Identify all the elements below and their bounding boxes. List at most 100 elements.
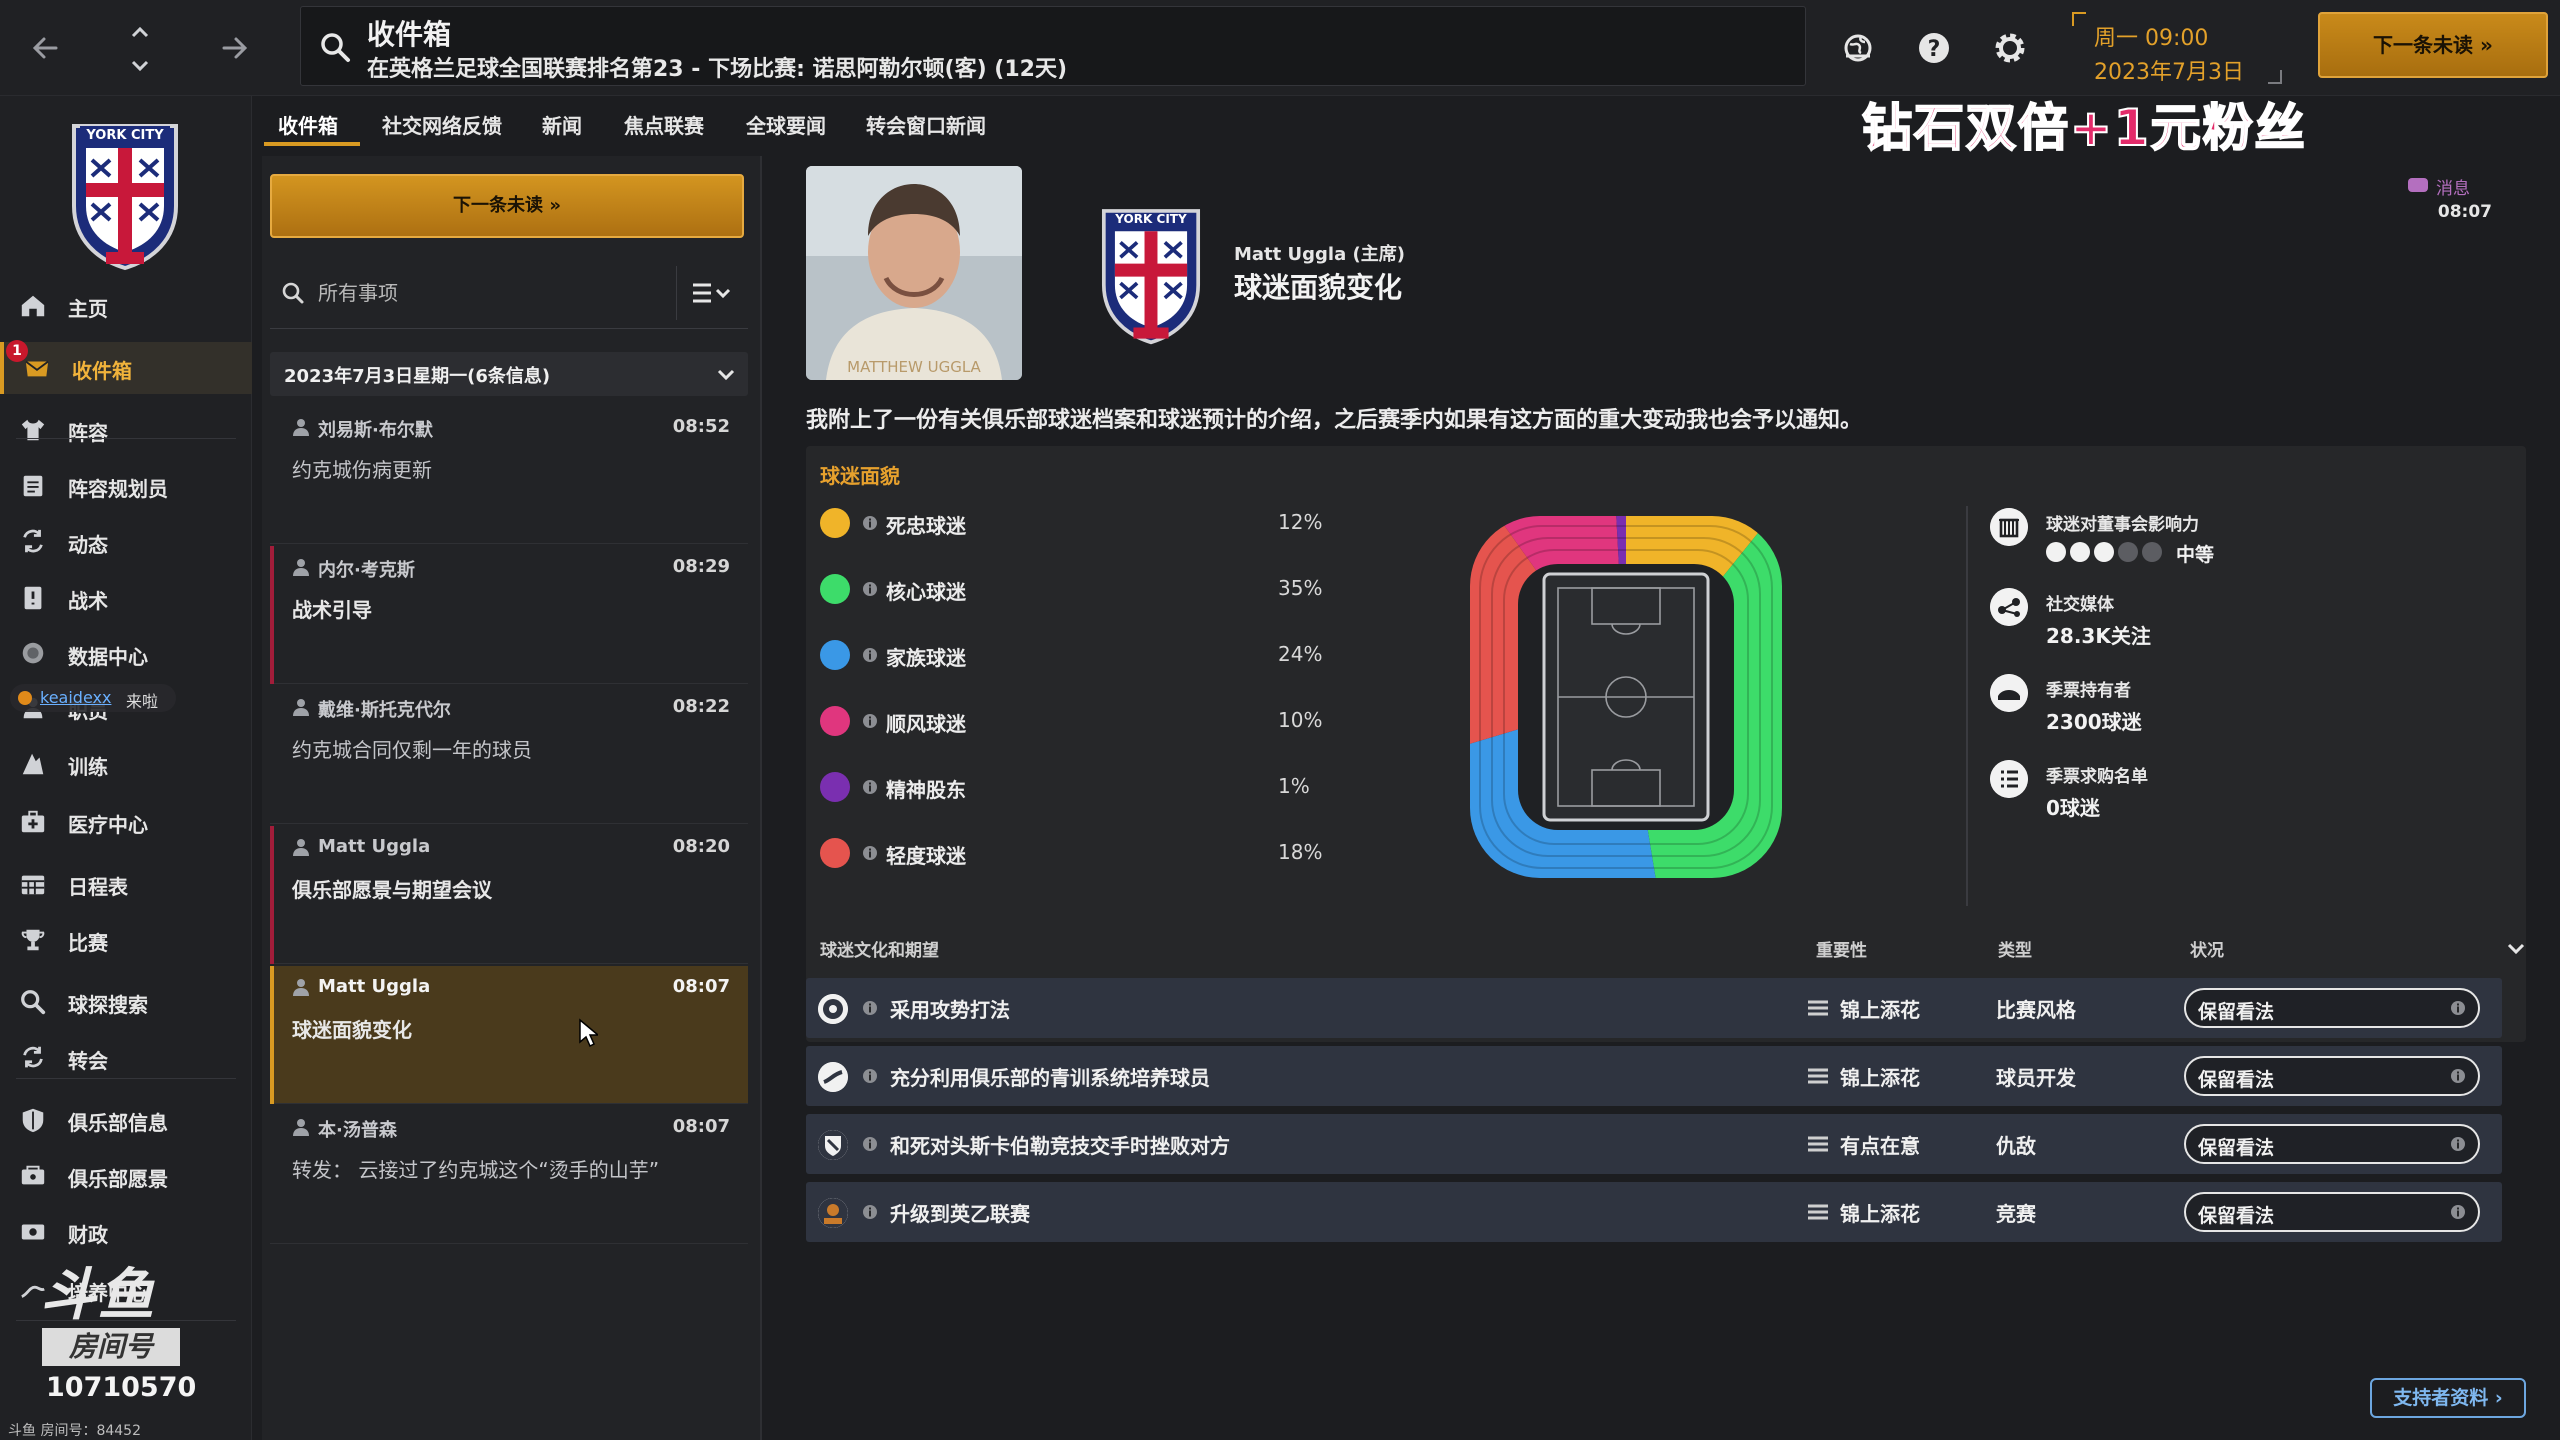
chevron-up-icon[interactable] xyxy=(126,18,154,46)
tab-news[interactable]: 新闻 xyxy=(542,110,582,139)
sidebar-item-5[interactable]: 动态 xyxy=(0,516,252,568)
segment-color-swatch xyxy=(820,508,850,538)
list-item[interactable]: Matt Uggla 08:20 俱乐部愿景与期望会议 xyxy=(270,826,748,964)
info-icon[interactable] xyxy=(862,1204,878,1220)
info-icon[interactable] xyxy=(862,713,878,729)
tab-social-feedback[interactable]: 社交网络反馈 xyxy=(382,110,502,139)
col-type[interactable]: 类型 xyxy=(1998,936,2032,961)
up-down-nav[interactable] xyxy=(118,14,162,84)
svg-text:?: ? xyxy=(1928,37,1941,62)
shirt-icon xyxy=(21,419,45,441)
list-item[interactable]: Matt Uggla 08:07 球迷面貌变化 xyxy=(270,966,748,1104)
info-icon[interactable] xyxy=(2450,1204,2466,1220)
table-row[interactable]: 升级到英乙联赛 锦上添花 竞赛 保留看法 xyxy=(806,1182,2502,1242)
info-icon[interactable] xyxy=(862,779,878,795)
info-icon[interactable] xyxy=(2450,1000,2466,1016)
supporter-profile-button[interactable]: 支持者资料 › xyxy=(2370,1378,2526,1418)
person-icon xyxy=(293,979,309,996)
club-crest-logo[interactable]: YORK CITY xyxy=(66,112,184,272)
info-icon[interactable] xyxy=(862,515,878,531)
expectation-status-pill[interactable]: 保留看法 xyxy=(2184,1124,2480,1164)
message-body: 我附上了一份有关俱乐部球迷档案和球迷预计的介绍，之后赛季内如果有这方面的重大变动… xyxy=(806,408,1863,433)
influence-dot xyxy=(2142,542,2162,562)
stream-room-tag: 房间号 xyxy=(42,1328,180,1366)
sidebar-item-label: 动态 xyxy=(68,533,108,557)
sidebar-item-9[interactable]: 训练 xyxy=(0,738,252,790)
sidebar-item-3[interactable]: 阵容 xyxy=(0,404,252,456)
forward-arrow-icon[interactable] xyxy=(208,22,260,74)
chevron-down-icon[interactable] xyxy=(126,52,154,80)
info-icon[interactable] xyxy=(862,1000,878,1016)
expectation-text: 充分利用俱乐部的青训系统培养球员 xyxy=(890,1066,1210,1090)
info-icon[interactable] xyxy=(862,581,878,597)
table-row[interactable]: 采用攻势打法 锦上添花 比赛风格 保留看法 xyxy=(806,978,2502,1038)
message-sender[interactable]: Matt Uggla (主席) xyxy=(1234,240,1405,266)
info-icon[interactable] xyxy=(862,1136,878,1152)
expectation-status-pill[interactable]: 保留看法 xyxy=(2184,1056,2480,1096)
message-subject: 俱乐部愿景与期望会议 xyxy=(292,878,492,902)
sidebar-item-13[interactable]: 球探搜索 xyxy=(0,976,252,1028)
message-filter-input[interactable] xyxy=(318,276,658,310)
sidebar-item-16[interactable]: 俱乐部愿景 xyxy=(0,1150,252,1202)
globe-icon[interactable] xyxy=(1836,26,1880,70)
message-time: 08:20 xyxy=(672,836,730,857)
sidebar-item-14[interactable]: 转会 xyxy=(0,1032,252,1084)
gear-icon[interactable] xyxy=(1988,26,2032,70)
date-day: 周一 09:00 xyxy=(2094,26,2209,51)
expectation-importance: 锦上添花 xyxy=(1840,1202,1920,1226)
sidebar-item-17[interactable]: 财政 xyxy=(0,1206,252,1258)
importance-bars-icon xyxy=(1808,1204,1828,1220)
sidebar-item-7[interactable]: 数据中心 xyxy=(0,628,252,680)
sidebar-item-4[interactable]: 阵容规划员 xyxy=(0,460,252,512)
date-group-label: 2023年7月3日星期一(6条信息) xyxy=(284,366,551,387)
sort-menu-button[interactable] xyxy=(676,266,746,320)
table-row[interactable]: 充分利用俱乐部的青训系统培养球员 锦上添花 球员开发 保留看法 xyxy=(806,1046,2502,1106)
chevron-down-icon[interactable] xyxy=(2504,936,2528,960)
list-continue-button[interactable]: 下一条未读 » xyxy=(270,174,744,238)
tab-global-news[interactable]: 全球要闻 xyxy=(746,110,826,139)
inbox-icon xyxy=(25,360,49,377)
sidebar-item-1[interactable]: 主页 xyxy=(0,280,252,332)
segment-percent: 10% xyxy=(1278,708,1323,732)
col-status[interactable]: 状况 xyxy=(2190,936,2224,961)
tab-focus-leagues[interactable]: 焦点联赛 xyxy=(624,110,704,139)
expectation-text: 和死对头斯卡伯勒竞技交手时挫败对方 xyxy=(890,1134,1230,1158)
sidebar-item-15[interactable]: 俱乐部信息 xyxy=(0,1094,252,1146)
table-row[interactable]: 和死对头斯卡伯勒竞技交手时挫败对方 有点在意 仇敌 保留看法 xyxy=(806,1114,2502,1174)
message-detail: MATTHEW UGGLA YORK CITY Matt Uggla (主席) … xyxy=(776,156,2536,1440)
tab-transfer-window-news[interactable]: 转会窗口新闻 xyxy=(866,110,986,139)
sidebar-item-11[interactable]: 日程表 xyxy=(0,858,252,910)
expectation-status-pill[interactable]: 保留看法 xyxy=(2184,988,2480,1028)
fan-segment-row: 家族球迷 24% xyxy=(814,634,1322,674)
info-icon[interactable] xyxy=(862,845,878,861)
sidebar-item-12[interactable]: 比赛 xyxy=(0,914,252,966)
tab-inbox[interactable]: 收件箱 xyxy=(278,110,338,139)
list-item[interactable]: 内尔·考克斯 08:29 战术引导 xyxy=(270,546,748,684)
info-icon[interactable] xyxy=(862,647,878,663)
info-icon[interactable] xyxy=(862,1068,878,1084)
list-search[interactable] xyxy=(270,266,670,320)
list-item[interactable]: 刘易斯·布尔默 08:52 约克城伤病更新 xyxy=(270,406,748,544)
back-arrow-icon[interactable] xyxy=(20,22,72,74)
crest-text: YORK CITY xyxy=(1114,212,1187,226)
info-icon[interactable] xyxy=(2450,1068,2466,1084)
help-icon[interactable]: ? xyxy=(1912,26,1956,70)
fan-segment-row: 死忠球迷 12% xyxy=(814,502,1322,542)
info-icon[interactable] xyxy=(2450,1136,2466,1152)
sort-list-icon xyxy=(693,283,731,303)
message-time: 08:07 xyxy=(672,1116,730,1137)
sidebar-item-6[interactable]: 战术 xyxy=(0,572,252,624)
date-group-header[interactable]: 2023年7月3日星期一(6条信息) xyxy=(270,352,748,396)
top-search-box[interactable]: 收件箱 在英格兰足球全国联赛排名第23 - 下场比赛: 诺思阿勒尔顿(客) (1… xyxy=(300,6,1806,86)
col-importance[interactable]: 重要性 xyxy=(1816,936,1867,961)
list-item[interactable]: 戴维·斯托克代尔 08:22 约克城合同仅剩一年的球员 xyxy=(270,686,748,824)
sidebar-item-10[interactable]: 医疗中心 xyxy=(0,796,252,848)
fan-profile-panel: 球迷面貌 死忠球迷 12% 核心球迷 35% 家族球迷 24% 顺风球迷 10% 精神股东 1% 轻… xyxy=(806,446,2526,1042)
expectation-status-pill[interactable]: 保留看法 xyxy=(2184,1192,2480,1232)
search-icon xyxy=(321,33,350,62)
top-bar: 收件箱 在英格兰足球全国联赛排名第23 - 下场比赛: 诺思阿勒尔顿(客) (1… xyxy=(0,0,2560,96)
sidebar-item-2[interactable]: 收件箱 1 xyxy=(0,340,252,394)
fan-profile-title: 球迷面貌 xyxy=(820,464,900,488)
continue-next-unread-button[interactable]: 下一条未读 » xyxy=(2318,12,2548,78)
list-item[interactable]: 本·汤普森 08:07 转发： 云接过了约克城这个“烫手的山芋” xyxy=(270,1106,748,1244)
